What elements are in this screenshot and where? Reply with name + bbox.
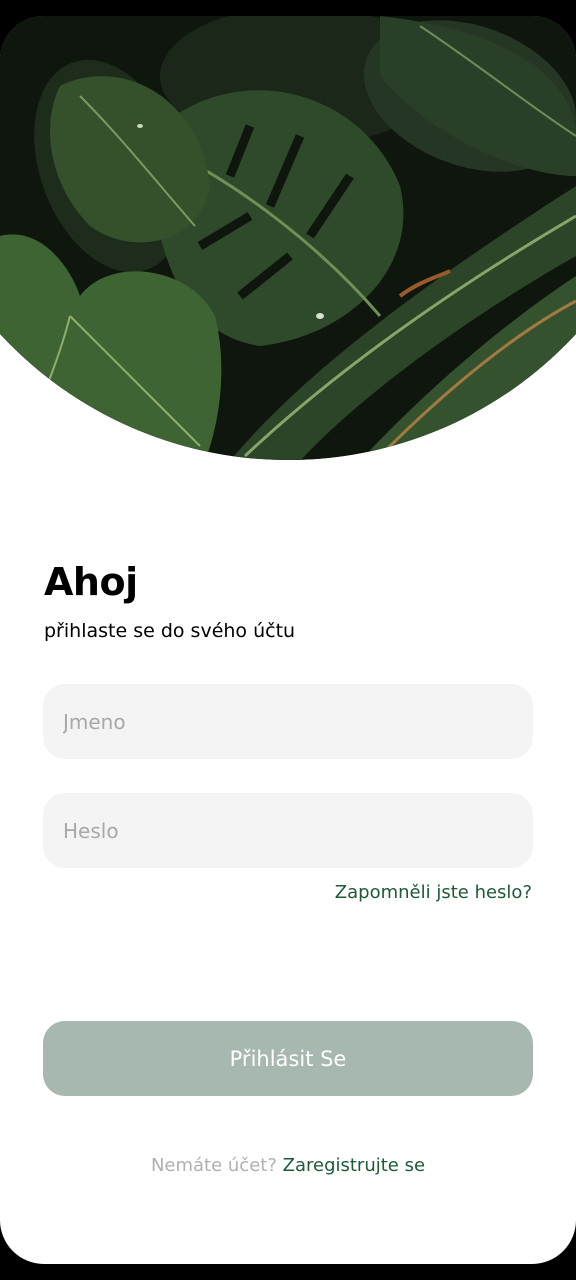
page-subtitle: přihlaste se do svého účtu [44,620,296,642]
leaves-illustration [0,16,576,460]
forgot-password-link[interactable]: Zapomněli jste heslo? [335,882,532,903]
name-input[interactable] [43,684,533,759]
hero-image [0,16,576,460]
password-input[interactable] [43,793,533,868]
register-prompt: Nemáte účet? Zaregistrujte se [0,1155,576,1176]
register-question: Nemáte účet? [150,1155,277,1176]
register-link[interactable]: Zaregistrujte se [283,1155,425,1176]
login-button[interactable]: Přihlásit Se [43,1021,533,1096]
app-screen: Ahoj přihlaste se do svého účtu Zapomněl… [0,16,576,1264]
page-title: Ahoj [44,560,138,604]
